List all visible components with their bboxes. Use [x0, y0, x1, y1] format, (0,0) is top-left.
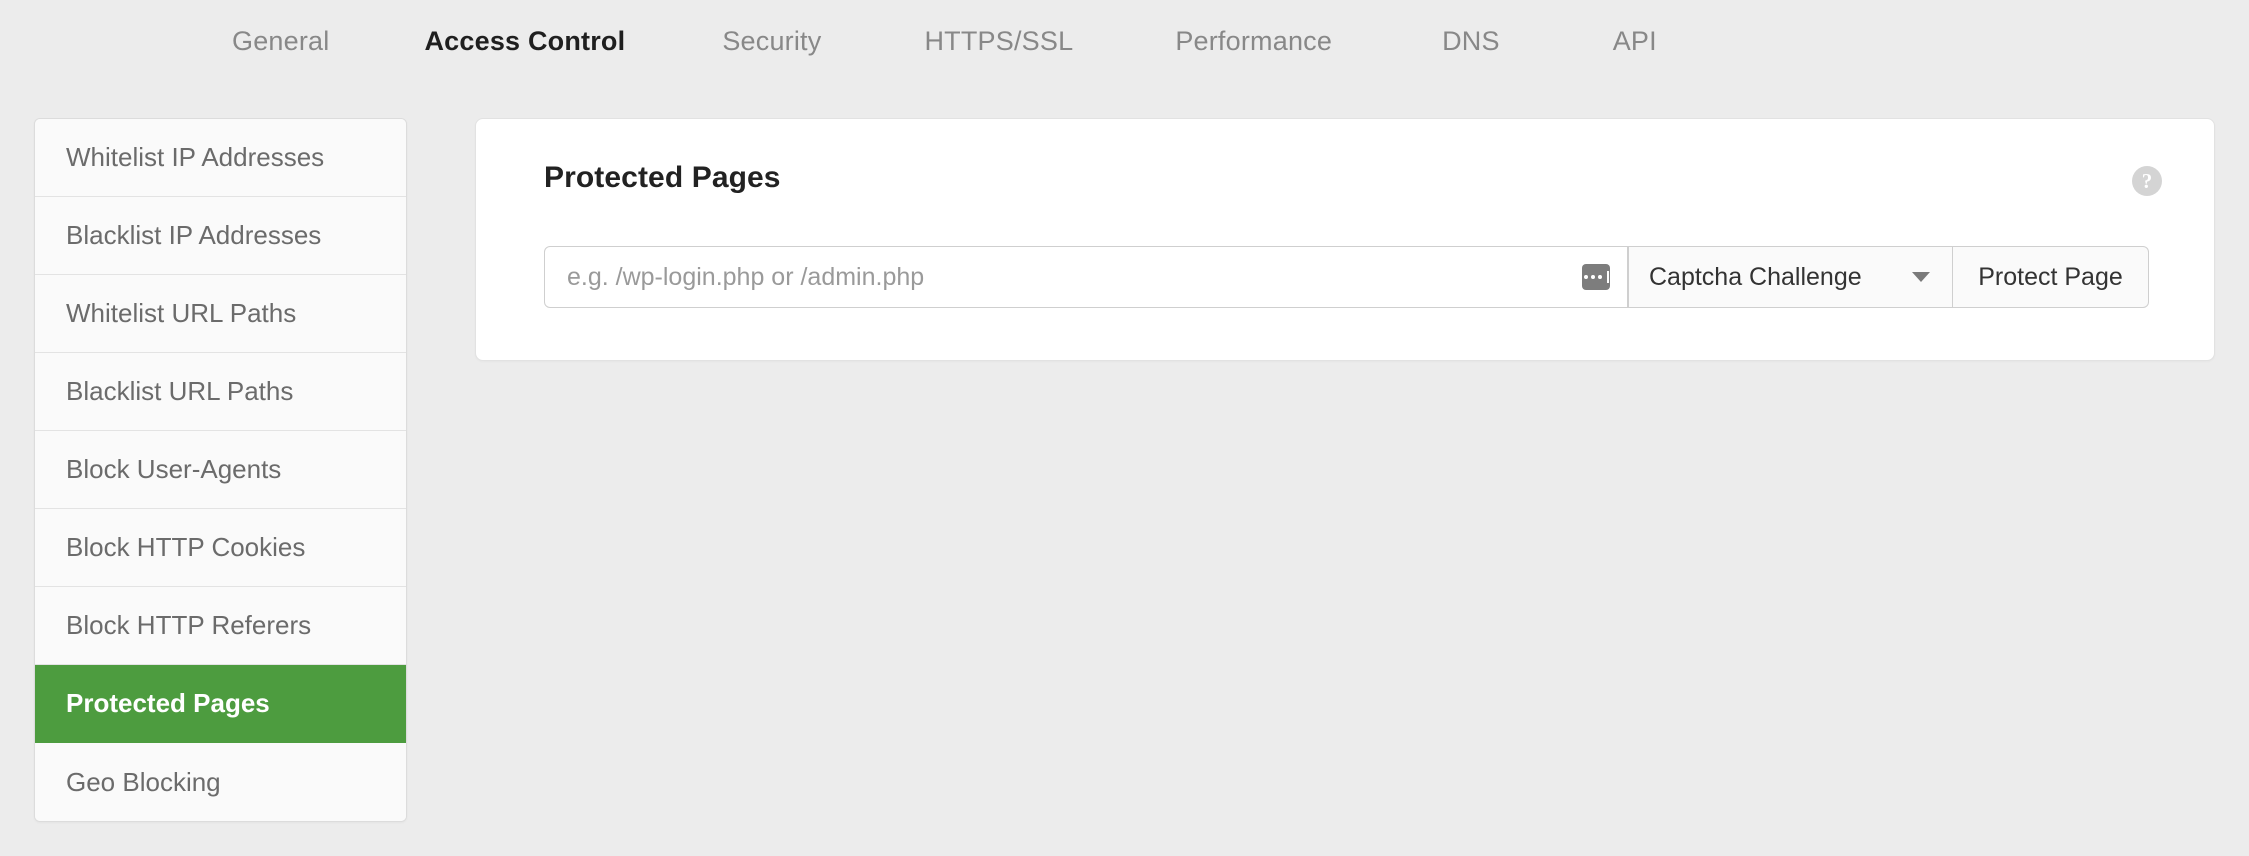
sidebar-item-block-http-referers[interactable]: Block HTTP Referers — [35, 587, 406, 665]
sidebar-item-whitelist-url-paths[interactable]: Whitelist URL Paths — [35, 275, 406, 353]
challenge-type-select[interactable]: Captcha Challenge — [1628, 246, 1953, 308]
sidebar-item-block-http-cookies[interactable]: Block HTTP Cookies — [35, 509, 406, 587]
protected-pages-panel: Protected Pages ? Captcha Challenge Prot… — [475, 118, 2215, 361]
page-body: Whitelist IP Addresses Blacklist IP Addr… — [0, 82, 2249, 822]
tab-https-ssl[interactable]: HTTPS/SSL — [924, 26, 1073, 57]
tab-api[interactable]: API — [1613, 26, 1657, 57]
protected-page-path-input[interactable] — [567, 262, 1569, 292]
page-title: Protected Pages — [544, 161, 781, 194]
sidebar-item-protected-pages[interactable]: Protected Pages — [35, 665, 406, 743]
main-content: Protected Pages ? Captcha Challenge Prot… — [407, 118, 2249, 361]
password-mask-icon[interactable] — [1582, 264, 1610, 290]
tab-security[interactable]: Security — [722, 26, 821, 57]
protect-page-form: Captcha Challenge Protect Page — [544, 246, 2149, 308]
protect-page-button[interactable]: Protect Page — [1953, 246, 2149, 308]
help-icon[interactable]: ? — [2132, 166, 2162, 196]
challenge-type-selected-value: Captcha Challenge — [1649, 262, 1862, 291]
panel-header: Protected Pages ? — [544, 161, 2168, 196]
sidebar-item-block-user-agents[interactable]: Block User-Agents — [35, 431, 406, 509]
primary-navigation: General Access Control Security HTTPS/SS… — [0, 0, 2249, 82]
sidebar-item-whitelist-ip-addresses[interactable]: Whitelist IP Addresses — [35, 119, 406, 197]
tab-performance[interactable]: Performance — [1175, 26, 1332, 57]
tab-access-control[interactable]: Access Control — [424, 26, 625, 57]
access-control-sidebar: Whitelist IP Addresses Blacklist IP Addr… — [34, 118, 407, 822]
tab-general[interactable]: General — [232, 26, 329, 57]
sidebar-item-blacklist-url-paths[interactable]: Blacklist URL Paths — [35, 353, 406, 431]
sidebar-item-blacklist-ip-addresses[interactable]: Blacklist IP Addresses — [35, 197, 406, 275]
tab-dns[interactable]: DNS — [1442, 26, 1500, 57]
sidebar-item-geo-blocking[interactable]: Geo Blocking — [35, 743, 406, 821]
path-input-wrapper — [544, 246, 1628, 308]
chevron-down-icon — [1912, 272, 1930, 282]
